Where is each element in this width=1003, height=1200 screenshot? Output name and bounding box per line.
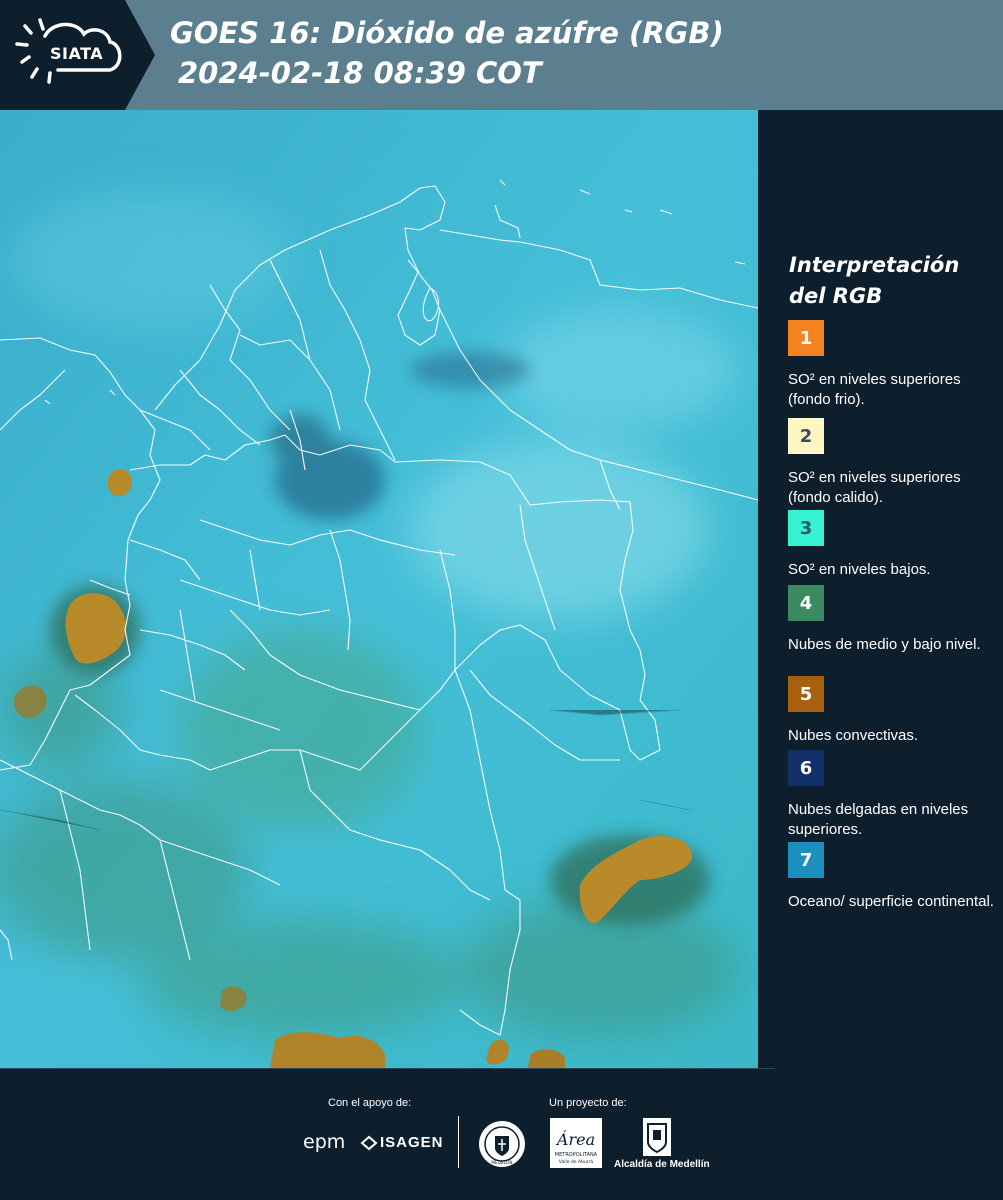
svg-text:Área: Área	[555, 1129, 595, 1149]
siata-logo: SIATA	[0, 0, 160, 110]
legend-label-3: SO² en niveles bajos.	[788, 561, 931, 578]
svg-text:METROPOLITANA: METROPOLITANA	[555, 1152, 598, 1158]
footer-rule	[0, 1068, 775, 1069]
legend-title-line1: Interpretación	[789, 253, 960, 277]
page-timestamp: 2024-02-18 08:39 COT	[178, 56, 542, 90]
legend-item-4: 4 Nubes de medio y bajo nivel.	[788, 585, 998, 655]
legend-label-5: Nubes convectivas.	[788, 727, 919, 744]
footer-divider	[458, 1116, 459, 1168]
legend-swatch-7: 7	[788, 842, 824, 878]
legend-item-1: 1 SO² en niveles superiores (fondo frio)…	[788, 320, 998, 410]
legend-swatch-3: 3	[788, 510, 824, 546]
legend-item-2: 2 SO² en niveles superiores (fondo calid…	[788, 418, 998, 516]
legend-item-7: 7 Oceano/ superficie continental.	[788, 842, 998, 912]
footer: Con el apoyo de: Un proyecto de: epm ISA…	[0, 1068, 1003, 1200]
page-title: GOES 16: Dióxido de azúfre (RGB)	[170, 16, 724, 50]
svg-text:Valle de Aburrá: Valle de Aburrá	[559, 1158, 594, 1165]
legend-title-line2: del RGB	[789, 284, 883, 308]
alcaldia-shield-icon	[643, 1118, 671, 1156]
area-metropolitana-logo: Área METROPOLITANA Valle de Aburrá	[550, 1118, 602, 1168]
svg-text:MEDELLÍN: MEDELLÍN	[491, 1160, 512, 1165]
legend-label-7: Oceano/ superficie continental.	[788, 893, 994, 910]
satellite-map	[0, 110, 758, 1068]
legend-title: Interpretación del RGB	[789, 250, 999, 312]
isagen-logo: ISAGEN	[380, 1134, 444, 1151]
legend-label-1: SO² en niveles superiores (fondo frio).	[788, 371, 961, 408]
alcaldia-label: Alcaldía de Medellín	[614, 1159, 710, 1170]
legend-label-2: SO² en niveles superiores (fondo calido)…	[788, 469, 961, 506]
legend-swatch-6: 6	[788, 750, 824, 786]
project-label: Un proyecto de:	[549, 1097, 627, 1109]
medellin-seal-icon: MEDELLÍN	[479, 1121, 525, 1167]
legend-item-3: 3 SO² en niveles bajos.	[788, 510, 998, 580]
support-label: Con el apoyo de:	[328, 1097, 412, 1109]
legend-swatch-5: 5	[788, 676, 824, 712]
legend-swatch-1: 1	[788, 320, 824, 356]
legend-label-6: Nubes delgadas en niveles superiores.	[788, 801, 969, 838]
legend-panel: Interpretación del RGB 1 SO² en niveles …	[760, 110, 1003, 1068]
legend-swatch-2: 2	[788, 418, 824, 454]
legend-item-6: 6 Nubes delgadas en niveles superiores.	[788, 750, 998, 840]
legend-item-5: 5 Nubes convectivas.	[788, 676, 998, 746]
epm-logo: epm	[303, 1131, 346, 1153]
isagen-icon	[360, 1135, 378, 1151]
legend-label-4: Nubes de medio y bajo nivel.	[788, 636, 981, 653]
legend-swatch-4: 4	[788, 585, 824, 621]
header: SIATA GOES 16: Dióxido de azúfre (RGB) 2…	[0, 0, 1003, 110]
logo-text: SIATA	[50, 44, 104, 63]
